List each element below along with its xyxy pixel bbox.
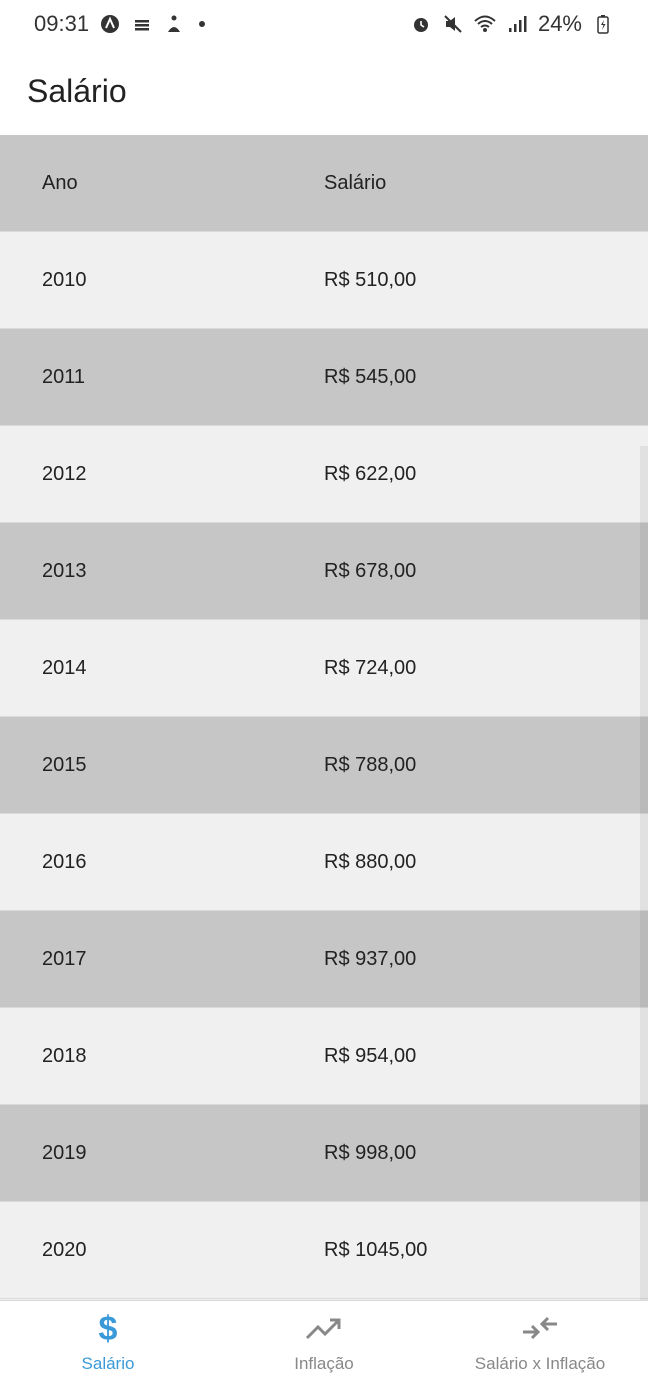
year-cell: 2015 [42,753,87,776]
status-left: 09:31 [34,11,206,37]
salary-cell: R$ 954,00 [324,1044,417,1067]
alarm-icon [410,13,432,35]
wifi-icon [474,13,496,35]
battery-icon [592,13,614,35]
more-notifications-dot [199,21,206,27]
year-cell: 2013 [42,559,87,582]
scrollbar[interactable] [640,446,648,1300]
table-row: 2012 R$ 622,00 [0,426,648,523]
nav-label-salario: Salário [81,1353,135,1373]
status-right: 24% [410,11,614,37]
table-header: Ano Salário [0,135,648,232]
year-cell: 2020 [42,1238,87,1261]
salary-cell: R$ 678,00 [324,559,417,582]
battery-percent: 24% [537,11,582,36]
table-row: 2017 R$ 937,00 [0,911,648,1008]
salary-cell: R$ 724,00 [324,656,417,679]
table-row: 2014 R$ 724,00 [0,620,648,717]
table-row: 2011 R$ 545,00 [0,329,648,426]
table-row: 2018 R$ 954,00 [0,1008,648,1105]
app-screen: 09:31 24% Salário Ano Salário 2010 R$ 51… [0,0,648,1383]
nav-label-inflacao: Inflação [294,1353,354,1373]
table-row: 2020 R$ 1045,00 [0,1202,648,1299]
salary-cell: R$ 998,00 [324,1141,417,1164]
salary-cell: R$ 545,00 [324,365,417,388]
compare-arrows-icon [521,1312,559,1346]
salary-cell: R$ 937,00 [324,947,417,970]
nav-label-salario-x-inflacao: Salário x Inflação [474,1353,606,1373]
mute-icon [442,13,464,35]
year-cell: 2014 [42,656,87,679]
salary-cell: R$ 1045,00 [324,1238,428,1261]
salary-table: Ano Salário 2010 R$ 510,00 2011 R$ 545,0… [0,135,648,1299]
dollar-glyph: $ [98,1309,118,1348]
table-row: 2010 R$ 510,00 [0,232,648,329]
column-header-salary: Salário [324,171,387,194]
weather-icon [131,13,153,35]
year-cell: 2017 [42,947,87,970]
nav-tab-salario[interactable]: $ Salário [0,1301,216,1383]
year-cell: 2010 [42,268,87,291]
year-cell: 2019 [42,1141,87,1164]
column-header-year: Ano [42,171,78,194]
dollar-icon: $ [99,1312,118,1346]
table-row: 2016 R$ 880,00 [0,814,648,911]
table-row: 2019 R$ 998,00 [0,1105,648,1202]
app-notification-icon [99,13,121,35]
page-title: Salário [27,73,127,109]
bottom-navigation: $ Salário Inflação Salário x Inflação [0,1300,648,1383]
salary-cell: R$ 510,00 [324,268,417,291]
salary-cell: R$ 880,00 [324,850,417,873]
table-row: 2015 R$ 788,00 [0,717,648,814]
signal-icon [506,13,528,35]
year-cell: 2016 [42,850,87,873]
year-cell: 2018 [42,1044,87,1067]
year-cell: 2011 [42,365,86,388]
nav-tab-salario-x-inflacao[interactable]: Salário x Inflação [432,1301,648,1383]
status-bar: 09:31 24% [0,0,648,48]
trending-up-icon [305,1312,343,1346]
year-cell: 2012 [42,462,87,485]
activity-icon [163,13,185,35]
salary-cell: R$ 622,00 [324,462,417,485]
nav-tab-inflacao[interactable]: Inflação [216,1301,432,1383]
salary-cell: R$ 788,00 [324,753,417,776]
status-time: 09:31 [34,11,90,36]
table-row: 2013 R$ 678,00 [0,523,648,620]
app-bar: Salário [0,48,648,135]
